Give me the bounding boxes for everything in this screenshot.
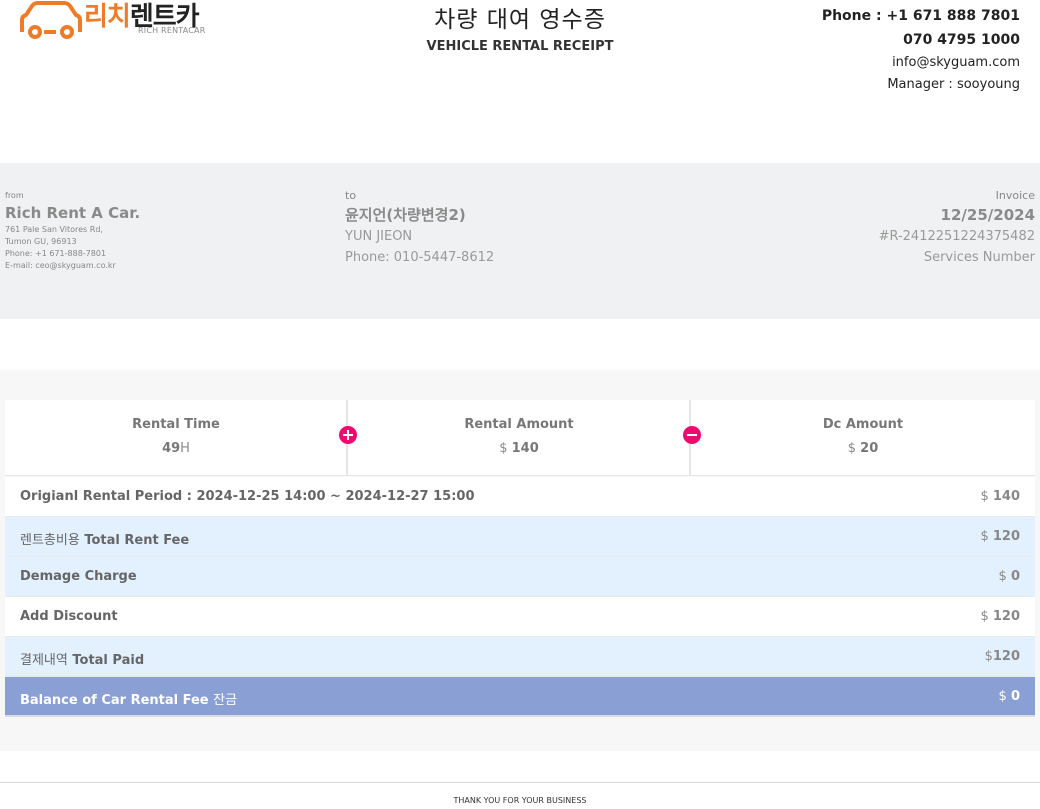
stat-rental-time: Rental Time 49H: [5, 400, 347, 476]
to-name-korean: 윤지언(차량변경2): [345, 206, 466, 224]
stat-value: 49H: [162, 441, 190, 456]
row-label: Add Discount: [20, 609, 118, 624]
to-column: to 윤지언(차량변경2) YUN JIEON Phone: 010-5447-…: [345, 188, 494, 268]
from-phone: Phone: +1 671-888-7801: [5, 249, 107, 258]
stat-label: Rental Amount: [464, 417, 574, 432]
contact-email[interactable]: info@skyguam.com: [822, 52, 1020, 74]
row-amount: $ 120: [980, 609, 1020, 624]
to-name-english: YUN JIEON: [345, 229, 413, 244]
row-damage-charge: Demage Charge $ 0: [5, 557, 1035, 597]
row-amount: $ 0: [998, 569, 1020, 584]
contact-phone-2: 070 4795 1000: [903, 32, 1020, 48]
invoice-label: Invoice: [995, 189, 1035, 202]
stat-dc-amount: Dc Amount $ 20: [691, 400, 1035, 476]
rental-stats: Rental Time 49H Rental Amount $ 140 Dc A…: [5, 400, 1035, 476]
footer-divider: [0, 782, 1040, 783]
fee-summary: Rental Time 49H Rental Amount $ 140 Dc A…: [0, 370, 1040, 751]
row-label: 결제내역 Total Paid: [20, 653, 145, 668]
row-amount: $120: [984, 649, 1020, 664]
services-number-label: Services Number: [923, 250, 1035, 265]
row-total-rent-fee: 렌트총비용 Total Rent Fee $ 120: [5, 517, 1035, 557]
contact-manager: Manager : sooyoung: [887, 77, 1020, 92]
from-label: from: [5, 191, 24, 200]
from-email: E-mail: ceo@skyguam.co.kr: [5, 261, 116, 270]
row-balance: Balance of Car Rental Fee 잔금 $ 0: [5, 677, 1035, 717]
row-label: Origianl Rental Period : 2024-12-25 14:0…: [20, 489, 475, 504]
row-amount: $ 120: [980, 529, 1020, 544]
invoice-column: Invoice 12/25/2024 #R-2412251224375482 S…: [879, 188, 1035, 268]
row-original-period: Origianl Rental Period : 2024-12-25 14:0…: [5, 477, 1035, 517]
receipt-header: 리치렌트카 RICH RENTACAR 차량 대여 영수증 VEHICLE RE…: [0, 0, 1040, 163]
row-amount: $ 140: [980, 489, 1020, 504]
stat-value: $ 140: [499, 441, 539, 456]
contact-phone: Phone : +1 671 888 7801: [821, 8, 1020, 24]
row-label: 렌트총비용 Total Rent Fee: [20, 533, 190, 548]
contact-info: Phone : +1 671 888 7801 070 4795 1000 in…: [822, 4, 1020, 96]
invoice-date: 12/25/2024: [940, 206, 1035, 224]
stat-rental-amount: Rental Amount $ 140: [348, 400, 690, 476]
footer-message: THANK YOU FOR YOUR BUSINESS: [453, 796, 587, 805]
to-phone: Phone: 010-5447-8612: [345, 250, 495, 265]
row-add-discount: Add Discount $ 120: [5, 597, 1035, 637]
row-label: Demage Charge: [20, 569, 137, 584]
row-amount: $ 0: [998, 689, 1020, 704]
row-total-paid: 결제내역 Total Paid $120: [5, 637, 1035, 677]
row-label: Balance of Car Rental Fee 잔금: [20, 693, 238, 708]
fee-rows: Origianl Rental Period : 2024-12-25 14:0…: [5, 477, 1035, 717]
to-label: to: [345, 189, 357, 202]
stat-value: $ 20: [847, 441, 879, 456]
invoice-number: #R-2412251224375482: [878, 229, 1035, 244]
from-company: Rich Rent A Car.: [5, 204, 141, 222]
from-address-1: 761 Pale San Vitores Rd,: [5, 225, 103, 234]
party-info-band: from Rich Rent A Car. 761 Pale San Vitor…: [0, 163, 1040, 319]
stat-label: Rental Time: [132, 417, 220, 432]
stat-label: Dc Amount: [822, 417, 904, 432]
from-address-2: Tumon GU, 96913: [5, 237, 77, 246]
from-column: from Rich Rent A Car. 761 Pale San Vitor…: [5, 190, 140, 272]
